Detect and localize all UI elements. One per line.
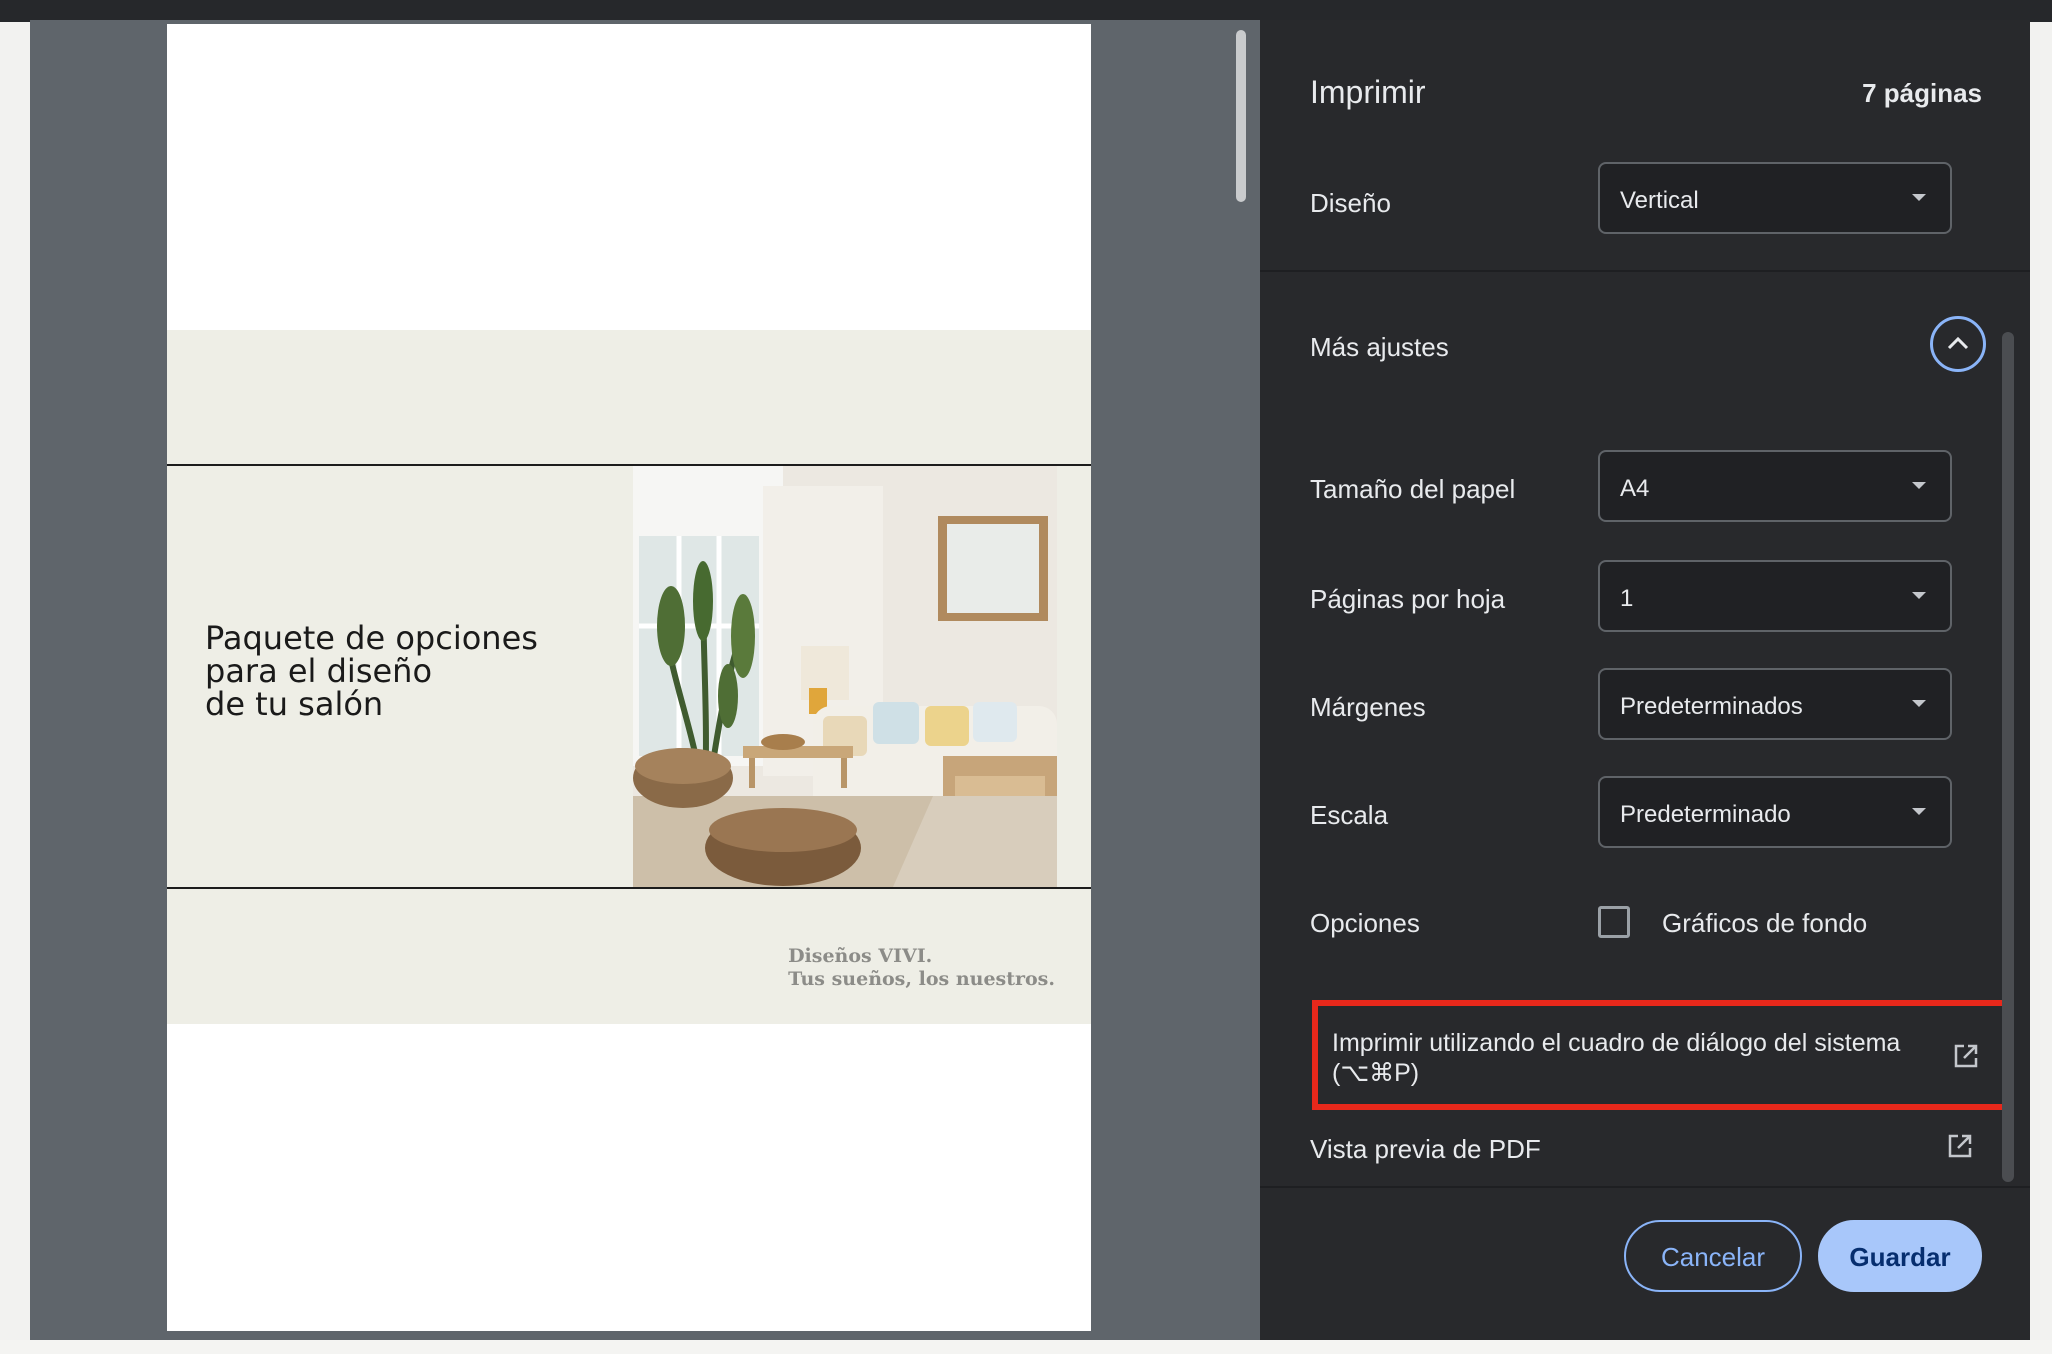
preview-page: Paquete de opciones para el diseño de tu…	[167, 24, 1091, 1331]
pages-per-sheet-select-value: 1	[1620, 585, 1634, 612]
layout-label: Diseño	[1310, 188, 1391, 218]
chevron-down-icon	[1912, 482, 1926, 489]
system-dialog-label: Imprimir utilizando el cuadro de diálogo…	[1332, 1029, 1901, 1087]
margins-label: Márgenes	[1310, 692, 1426, 722]
settings-scrollbar[interactable]	[2000, 332, 2016, 1192]
pdf-preview-link[interactable]: Vista previa de PDF	[1310, 1134, 1541, 1165]
print-dialog: Paquete de opciones para el diseño de tu…	[30, 20, 2030, 1340]
paper-size-select-value: A4	[1620, 475, 1650, 502]
tagline-line: Tus sueños, los nuestros.	[788, 968, 1055, 990]
background-graphics-label[interactable]: Gráficos de fondo	[1662, 908, 1867, 939]
more-settings-label: Más ajustes	[1310, 332, 1449, 362]
scale-label: Escala	[1310, 800, 1389, 830]
brand-tagline: Diseños VIVI. Tus sueños, los nuestros.	[788, 945, 1055, 991]
print-preview: Paquete de opciones para el diseño de tu…	[30, 20, 1260, 1340]
page-band-middle: Paquete de opciones para el diseño de tu…	[167, 464, 1091, 889]
layout-select[interactable]: Vertical	[1598, 162, 1952, 234]
tagline-line: Diseños VIVI.	[788, 945, 933, 967]
pages-per-sheet-label: Páginas por hoja	[1310, 584, 1506, 614]
panel-title: Imprimir	[1310, 74, 1426, 110]
settings-scrollbar-thumb[interactable]	[2002, 332, 2014, 1182]
scale-select[interactable]: Predeterminado	[1598, 776, 1952, 848]
more-settings-toggle[interactable]	[1930, 316, 1986, 372]
window-bottom-strip	[0, 1340, 2052, 1354]
cancel-button[interactable]: Cancelar	[1624, 1220, 1802, 1292]
open-external-icon	[1954, 1044, 1978, 1068]
open-external-icon[interactable]	[1946, 1132, 1974, 1160]
scale-select-value: Predeterminado	[1620, 801, 1791, 828]
chevron-down-icon	[1912, 592, 1926, 599]
document-title: Paquete de opciones para el diseño de tu…	[205, 622, 625, 721]
page-count: 7 páginas	[1862, 78, 1982, 108]
section-divider	[1260, 270, 2030, 272]
margins-select[interactable]: Predeterminados	[1598, 668, 1952, 740]
preview-scrollbar-thumb[interactable]	[1236, 30, 1246, 202]
pages-per-sheet-select[interactable]: 1	[1598, 560, 1952, 632]
chevron-down-icon	[1912, 700, 1926, 707]
document-title-line: de tu salón	[205, 685, 384, 723]
window-top-bar	[0, 0, 2052, 22]
document-title-line: para el diseño	[205, 652, 433, 690]
system-dialog-link[interactable]: Imprimir utilizando el cuadro de diálogo…	[1312, 1000, 2008, 1110]
margins-select-value: Predeterminados	[1620, 693, 1803, 720]
chevron-down-icon	[1912, 808, 1926, 815]
preview-scrollbar[interactable]	[1234, 26, 1248, 1326]
living-room-photo	[633, 466, 1057, 887]
page-band-bottom: Diseños VIVI. Tus sueños, los nuestros.	[167, 889, 1091, 1024]
layout-select-value: Vertical	[1620, 187, 1699, 214]
paper-size-label: Tamaño del papel	[1310, 474, 1516, 504]
paper-size-select[interactable]: A4	[1598, 450, 1952, 522]
background-graphics-checkbox[interactable]	[1598, 906, 1630, 938]
save-button[interactable]: Guardar	[1818, 1220, 1982, 1292]
chevron-up-icon	[1947, 336, 1969, 350]
page-band-top	[167, 330, 1091, 464]
chevron-down-icon	[1912, 194, 1926, 201]
options-label: Opciones	[1310, 908, 1420, 938]
panel-header: Imprimir 7 páginas	[1260, 20, 2030, 140]
document-title-line: Paquete de opciones	[205, 619, 538, 657]
print-settings-panel: Imprimir 7 páginas Diseño Vertical Más a…	[1260, 20, 2030, 1340]
